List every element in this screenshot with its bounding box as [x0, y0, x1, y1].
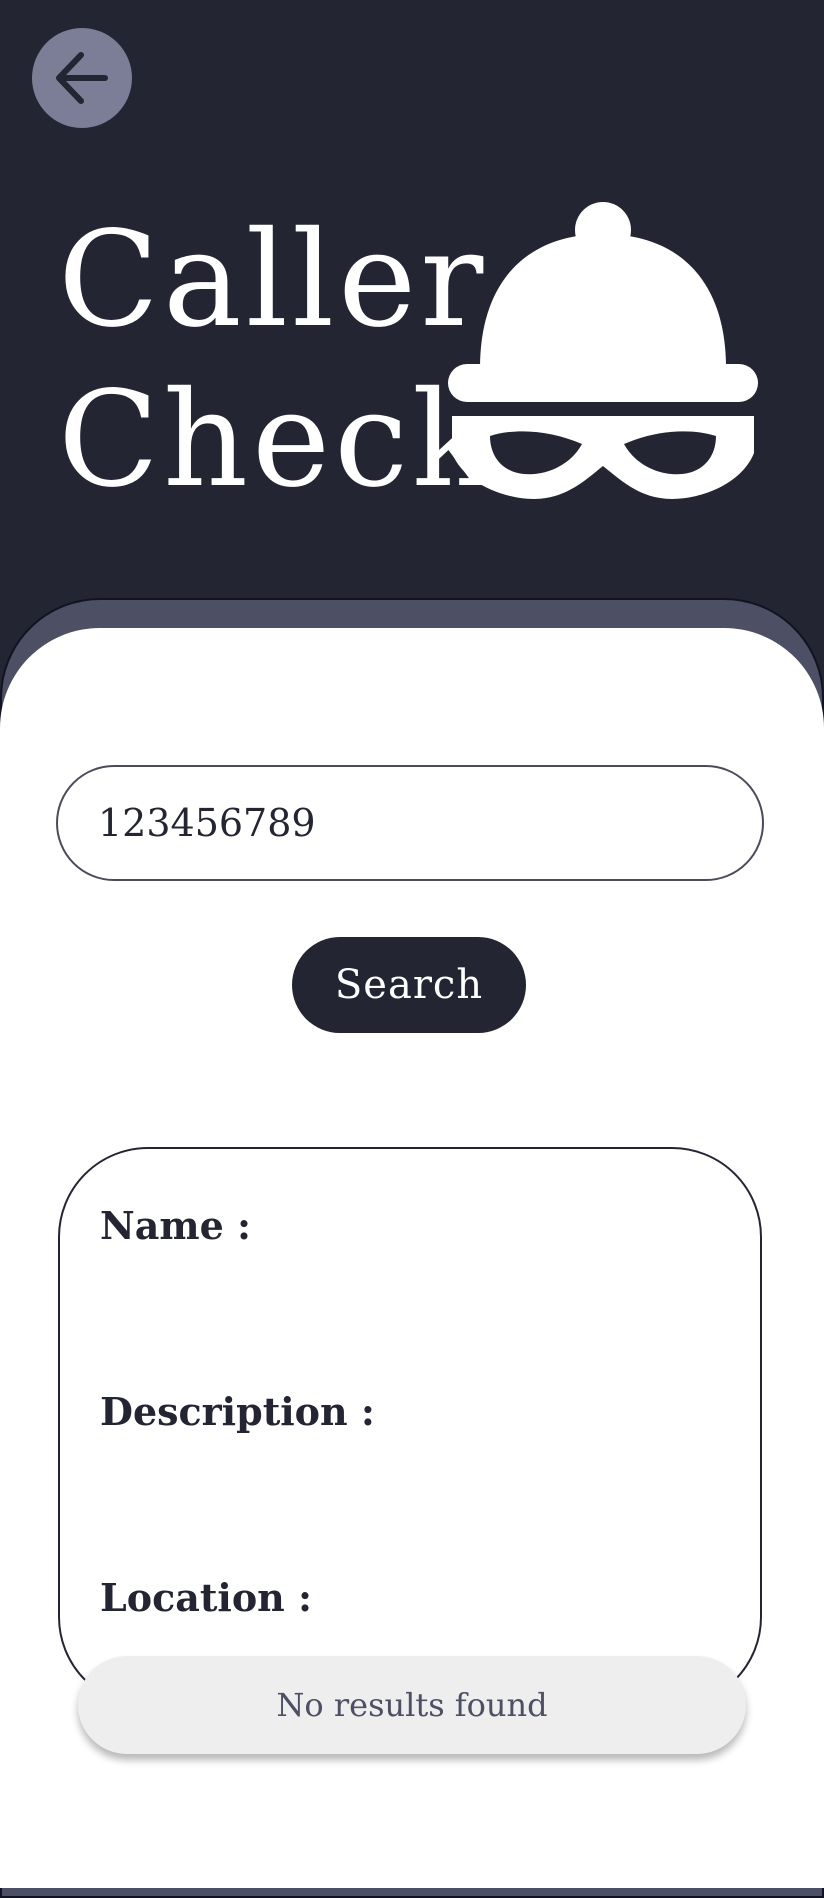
- phone-search-input[interactable]: [56, 765, 764, 881]
- toast-message: No results found: [276, 1686, 548, 1724]
- location-label: Location :: [100, 1575, 313, 1620]
- no-results-toast: No results found: [78, 1656, 746, 1754]
- name-label: Name :: [100, 1203, 251, 1248]
- description-label: Description :: [100, 1389, 375, 1434]
- logo-title-line1: Caller: [58, 203, 488, 357]
- result-card: Name : Description : Location :: [58, 1147, 762, 1707]
- app-logo-text: Caller Check: [58, 200, 496, 520]
- arrow-left-icon: [56, 52, 108, 104]
- search-button[interactable]: Search: [292, 937, 526, 1033]
- back-button[interactable]: [32, 28, 132, 128]
- burglar-beanie-mask-icon: [448, 202, 758, 499]
- logo-title-line2: Check: [58, 363, 497, 517]
